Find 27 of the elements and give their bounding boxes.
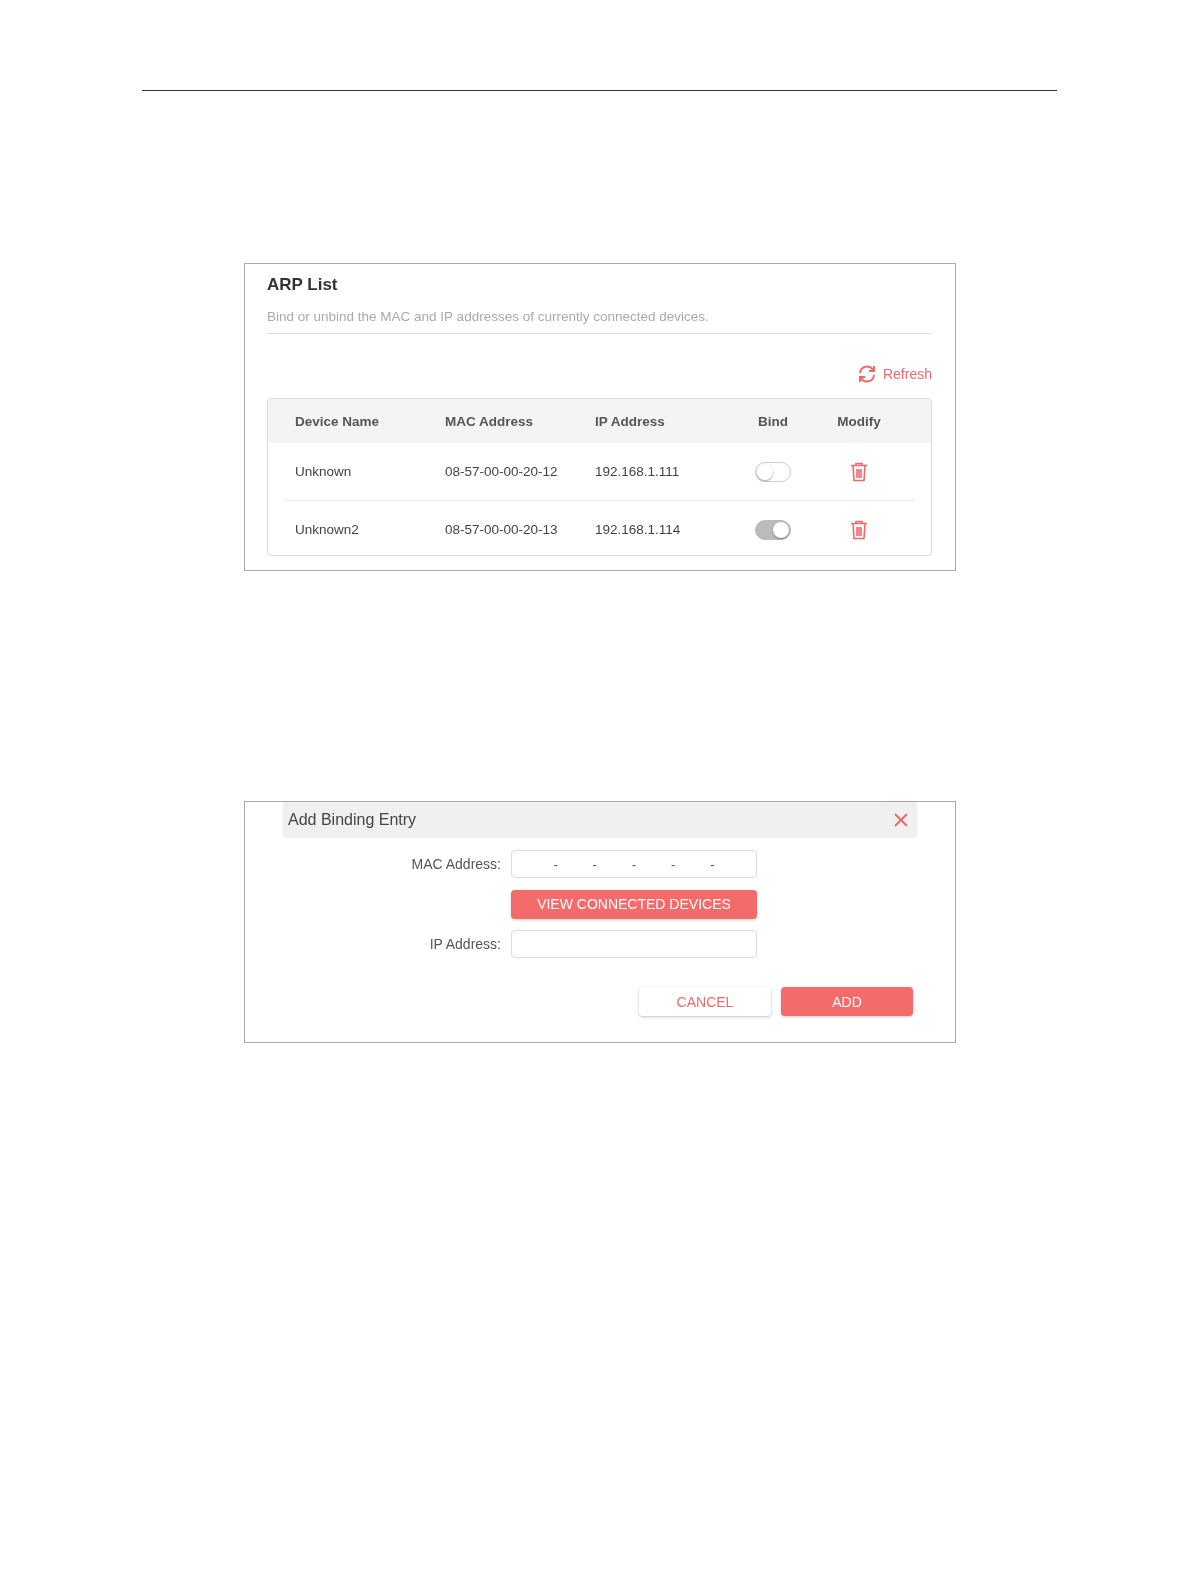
- table-cell-text: 08-57-00-00-20-13: [445, 522, 559, 537]
- field-label: MAC Address:: [410, 856, 502, 872]
- column-header: Bind: [757, 413, 789, 429]
- column-header: IP Address: [595, 413, 666, 429]
- trash-icon[interactable]: [850, 519, 868, 540]
- table-cell-text: 192.168.1.111: [595, 464, 681, 479]
- column-header: Device Name: [295, 413, 381, 429]
- view-devices-button[interactable]: VIEW CONNECTED DEVICES: [511, 889, 757, 919]
- table-cell-text: Unknown: [295, 464, 353, 479]
- column-header: MAC Address: [445, 413, 534, 429]
- bind-toggle[interactable]: [755, 519, 791, 540]
- table-cell-text: 192.168.1.114: [595, 522, 682, 537]
- panel-title: ARP List: [267, 274, 339, 296]
- cancel-button[interactable]: CANCEL: [639, 987, 771, 1016]
- table-cell-text: Unknown2: [295, 522, 360, 537]
- add-button[interactable]: ADD: [781, 987, 913, 1016]
- column-header: Modify: [836, 413, 882, 429]
- table-cell-text: 08-57-00-00-20-12: [445, 464, 559, 479]
- field-label: IP Address:: [428, 936, 502, 952]
- refresh-link[interactable]: Refresh: [855, 364, 932, 384]
- mac-address-field[interactable]: - - - - -: [511, 850, 757, 878]
- close-icon[interactable]: [893, 812, 909, 828]
- bind-toggle[interactable]: [755, 461, 791, 482]
- panel-description: Bind or unbind the MAC and IP addresses of currently connected devices.: [267, 309, 710, 325]
- ip-address-field[interactable]: [511, 930, 757, 958]
- dialog-title: Add Binding Entry: [288, 811, 417, 829]
- trash-icon[interactable]: [850, 461, 868, 482]
